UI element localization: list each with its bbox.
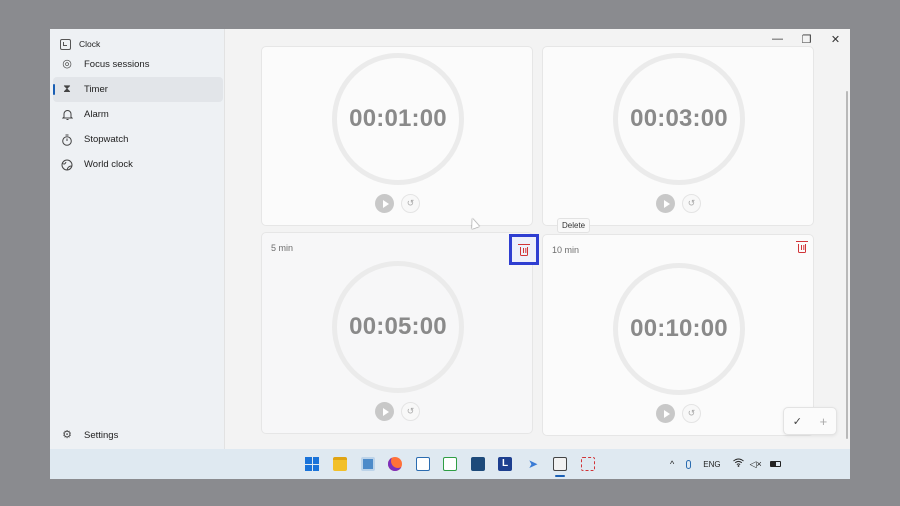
timer-time: 00:01:00: [349, 105, 447, 132]
battery-icon[interactable]: [769, 461, 781, 467]
timer-time: 00:03:00: [630, 105, 728, 132]
delete-button[interactable]: [509, 234, 539, 265]
volume-muted-icon[interactable]: ◁×: [750, 459, 762, 470]
sidebar-item-label: Alarm: [84, 109, 109, 120]
clock-taskbar-icon[interactable]: [553, 457, 567, 471]
timer-card[interactable]: 10 min 00:10:00 ↺: [542, 234, 814, 436]
wifi-icon[interactable]: [732, 458, 744, 470]
sidebar-item-timer[interactable]: ⧗ Timer: [53, 77, 223, 102]
sidebar-item-stopwatch[interactable]: Stopwatch: [53, 127, 223, 152]
edit-toolbar: ✓ +: [783, 407, 837, 435]
scrollbar[interactable]: [846, 91, 848, 439]
reset-button[interactable]: ↺: [682, 194, 701, 213]
play-button[interactable]: [375, 194, 394, 213]
sidebar-nav: ◎ Focus sessions ⧗ Timer Alarm Stopwatch: [53, 52, 223, 177]
app-title-bar: Clock: [60, 34, 100, 54]
taskbar: L ➤ ^ ENG ◁×: [50, 449, 850, 479]
play-button[interactable]: [656, 194, 675, 213]
arrow-app-icon[interactable]: ➤: [526, 457, 540, 471]
timer-time: 00:10:00: [630, 315, 728, 342]
timer-ring: 00:03:00: [613, 53, 745, 185]
done-button[interactable]: ✓: [793, 415, 802, 428]
timer-card[interactable]: 00:03:00 ↺: [542, 46, 814, 226]
gear-icon: ⚙: [62, 429, 72, 441]
delete-button[interactable]: [793, 238, 811, 256]
add-timer-button[interactable]: +: [820, 414, 828, 429]
stopwatch-icon: [61, 134, 73, 146]
globe-icon: [61, 159, 73, 171]
timer-ring: 00:05:00: [332, 261, 464, 393]
reset-button[interactable]: ↺: [401, 194, 420, 213]
start-icon[interactable]: [305, 457, 319, 471]
sidebar-item-alarm[interactable]: Alarm: [53, 102, 223, 127]
hourglass-icon: ⧗: [63, 83, 71, 95]
store-icon[interactable]: [471, 457, 485, 471]
sidebar-item-settings[interactable]: ⚙ Settings: [53, 423, 223, 448]
trash-icon: [518, 243, 530, 256]
sidebar-item-label: World clock: [84, 159, 133, 170]
snipping-tool-icon[interactable]: [581, 457, 595, 471]
sidebar-item-label: Settings: [84, 430, 119, 441]
clock-app-icon: [60, 38, 71, 50]
active-app-indicator: [555, 475, 565, 477]
timer-card[interactable]: 5 min 00:05:00 ↺: [261, 232, 539, 434]
sidebar-item-label: Stopwatch: [84, 134, 129, 145]
reset-button[interactable]: ↺: [401, 402, 420, 421]
calc-icon[interactable]: [443, 457, 457, 471]
delete-tooltip: Delete: [557, 218, 591, 233]
reset-button[interactable]: ↺: [682, 404, 701, 423]
timer-content: — ❐ ✕ 00:01:00 ↺ 00:03:00 ↺ 5 min 00:05:…: [226, 29, 850, 449]
timer-label: 5 min: [271, 243, 294, 253]
focus-icon: ◎: [62, 58, 72, 70]
file-explorer-icon[interactable]: [333, 457, 347, 471]
clock-window: Clock ◎ Focus sessions ⧗ Timer Alarm Sto…: [50, 29, 850, 449]
timer-ring: 00:10:00: [613, 263, 745, 395]
close-button[interactable]: ✕: [821, 29, 850, 49]
language-indicator[interactable]: ENG: [703, 460, 720, 469]
chevron-up-icon[interactable]: ^: [670, 459, 674, 469]
sidebar-item-world-clock[interactable]: World clock: [53, 152, 223, 177]
play-button[interactable]: [656, 404, 675, 423]
sidebar-item-focus-sessions[interactable]: ◎ Focus sessions: [53, 52, 223, 77]
trash-icon: [796, 241, 808, 253]
sidebar: Clock ◎ Focus sessions ⧗ Timer Alarm Sto…: [50, 29, 225, 449]
timer-card[interactable]: 00:01:00 ↺: [261, 46, 533, 226]
sidebar-item-label: Focus sessions: [84, 59, 150, 70]
timer-label: 10 min: [552, 245, 580, 255]
microphone-icon[interactable]: [686, 459, 692, 469]
timer-ring: 00:01:00: [332, 53, 464, 185]
sidebar-item-label: Timer: [84, 84, 108, 95]
system-tray: ^ ENG ◁×: [670, 449, 781, 479]
photos-icon[interactable]: [361, 457, 375, 471]
timer-time: 00:05:00: [349, 313, 447, 340]
bell-icon: [61, 109, 73, 121]
app-title: Clock: [79, 39, 101, 49]
firefox-icon[interactable]: [388, 457, 402, 471]
l-app-icon[interactable]: L: [498, 457, 512, 471]
writer-icon[interactable]: [416, 457, 430, 471]
play-button[interactable]: [375, 402, 394, 421]
